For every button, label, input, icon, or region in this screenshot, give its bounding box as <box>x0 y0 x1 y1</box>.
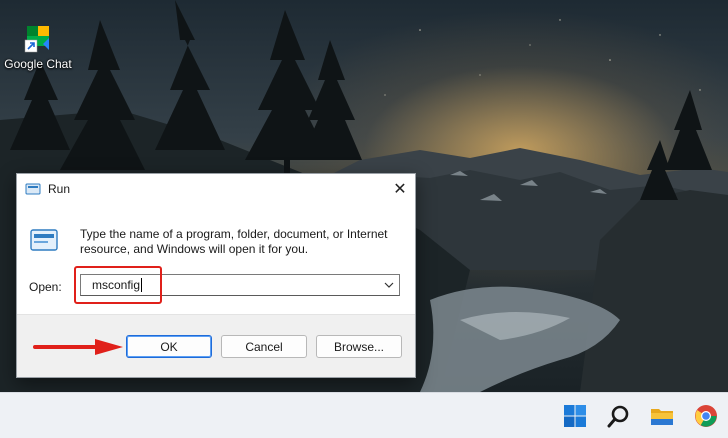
cancel-button[interactable]: Cancel <box>221 335 307 358</box>
ok-button[interactable]: OK <box>126 335 212 358</box>
run-body: Type the name of a program, folder, docu… <box>17 204 415 316</box>
chrome-icon <box>695 405 717 427</box>
close-button[interactable]: ✕ <box>385 174 415 204</box>
start-icon <box>564 405 586 427</box>
taskbar <box>0 392 728 438</box>
run-dialog: Run ✕ Type the name of a program, folder… <box>16 173 416 378</box>
search-icon <box>607 405 629 428</box>
google-chat-icon <box>23 24 53 54</box>
arrow-right-annotation-icon <box>33 339 123 355</box>
run-footer: OK Cancel Browse... <box>17 314 415 377</box>
run-title-bar[interactable]: Run <box>17 174 415 204</box>
open-label: Open: <box>29 280 62 294</box>
close-icon: ✕ <box>393 181 407 198</box>
start-button[interactable] <box>559 400 591 432</box>
run-title: Run <box>48 182 71 196</box>
run-icon <box>25 183 41 195</box>
file-explorer-icon <box>651 409 673 425</box>
search-button[interactable] <box>603 400 635 432</box>
run-description: Type the name of a program, folder, docu… <box>80 227 388 256</box>
browse-button[interactable]: Browse... <box>316 335 402 358</box>
run-program-icon <box>30 229 58 251</box>
file-explorer-button[interactable] <box>646 400 678 432</box>
desktop-icon-label: Google Chat <box>4 57 72 71</box>
chrome-button[interactable] <box>690 400 722 432</box>
desktop-icon-google-chat[interactable]: Google Chat <box>2 24 74 71</box>
input-highlight-annotation <box>74 266 162 304</box>
chevron-down-icon[interactable] <box>383 279 395 291</box>
